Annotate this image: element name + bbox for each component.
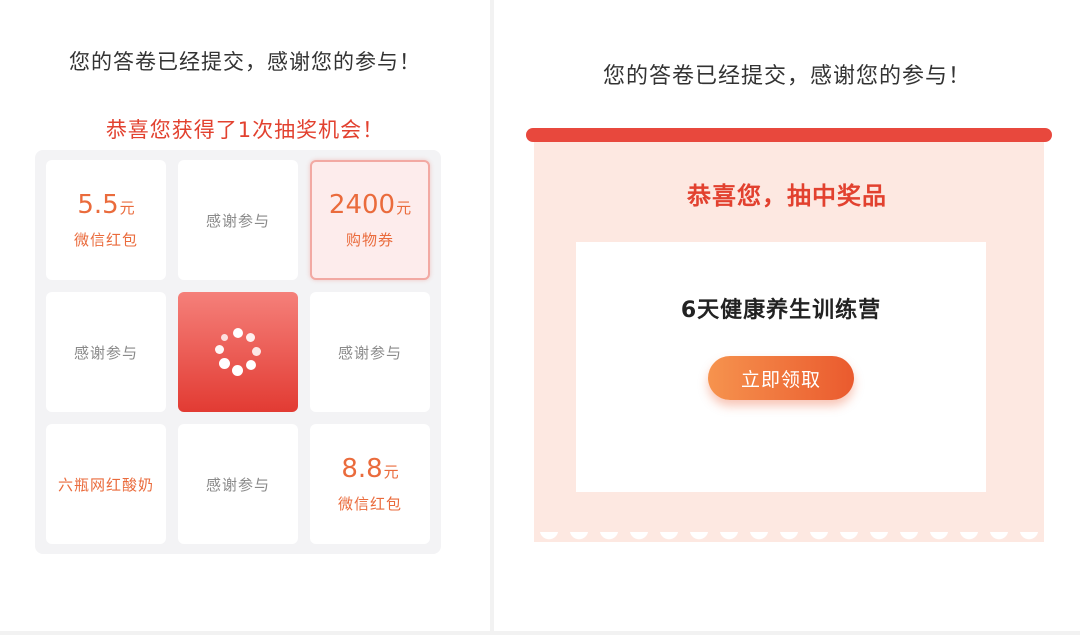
prize-cell-thanks[interactable]: 感谢参与 [178, 160, 298, 280]
submit-message: 您的答卷已经提交，感谢您的参与！ [602, 64, 971, 89]
prize-won-title: 恭喜您，抽中奖品 [687, 182, 887, 210]
ticket-scallop-edge [534, 530, 1044, 542]
prize-cell-thanks[interactable]: 感谢参与 [310, 292, 430, 412]
prize-card: 6天健康养生训练营 立即领取 [576, 242, 986, 492]
thanks-label: 感谢参与 [337, 343, 402, 362]
prize-amount-unit: 元 [396, 199, 412, 217]
submit-message: 您的答卷已经提交，感谢您的参与！ [69, 50, 421, 74]
prize-desc: 微信红包 [73, 231, 138, 249]
loading-spinner-icon [214, 328, 262, 376]
prize-cell-red-packet-5-5[interactable]: 5.5元 微信红包 [46, 160, 166, 280]
prize-item-name: 6天健康养生训练营 [680, 298, 882, 323]
prize-cell-red-packet-8-8[interactable]: 8.8元 微信红包 [310, 424, 430, 544]
lottery-panel: 您的答卷已经提交，感谢您的参与！ 恭喜您获得了1次抽奖机会！ 5.5元 微信红包… [0, 0, 490, 631]
claim-now-button[interactable]: 立即领取 [708, 356, 854, 400]
prize-amount: 8.8元 [341, 454, 398, 487]
thanks-label: 感谢参与 [205, 211, 270, 230]
lottery-grid: 5.5元 微信红包 感谢参与 2400元 购物券 感谢参与 感谢参与 六瓶网红酸… [35, 150, 441, 554]
prize-amount: 5.5元 [77, 190, 134, 223]
prize-name: 六瓶网红酸奶 [57, 475, 154, 494]
lottery-chance-message: 恭喜您获得了1次抽奖机会！ [105, 118, 385, 142]
prize-desc: 购物券 [345, 231, 394, 249]
prize-amount: 2400元 [329, 190, 411, 223]
ticket-slot-rail [526, 128, 1052, 142]
prize-cell-yogurt[interactable]: 六瓶网红酸奶 [46, 424, 166, 544]
draw-button[interactable] [178, 292, 298, 412]
prize-amount-value: 2400 [328, 190, 396, 220]
thanks-label: 感谢参与 [73, 343, 138, 362]
prize-desc: 微信红包 [337, 495, 402, 513]
prize-amount-unit: 元 [383, 463, 399, 481]
prize-cell-thanks[interactable]: 感谢参与 [178, 424, 298, 544]
prize-result-panel: 您的答卷已经提交，感谢您的参与！ 恭喜您，抽中奖品 6天健康养生训练营 立即领取 [494, 0, 1080, 631]
thanks-label: 感谢参与 [205, 475, 270, 494]
prize-amount-unit: 元 [119, 199, 135, 217]
prize-amount-value: 5.5 [77, 190, 119, 220]
prize-cell-thanks[interactable]: 感谢参与 [46, 292, 166, 412]
prize-amount-value: 8.8 [341, 454, 383, 484]
prize-cell-shopping-coupon-highlighted[interactable]: 2400元 购物券 [310, 160, 430, 280]
